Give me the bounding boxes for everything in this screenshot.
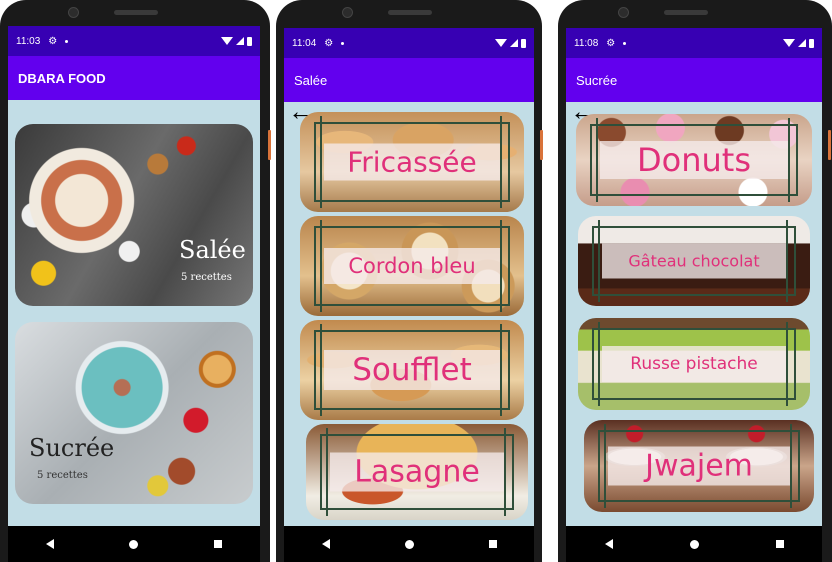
settings-icon: ⚙ [606,37,616,49]
recipe-card-fricassee[interactable]: Fricassée [300,112,524,212]
recipe-label: Jwajem [608,446,790,486]
nav-recents-icon[interactable] [775,540,784,548]
nav-home-icon[interactable] [689,539,699,549]
signal-icon [798,39,806,47]
settings-icon: ⚙ [48,35,58,47]
battery-icon [809,38,814,48]
recipe-card-russe-pistache[interactable]: Russe pistache [578,318,810,410]
category-card-salee[interactable]: Salée 5 recettes [15,124,253,306]
recipe-label: Cordon bleu [324,248,500,284]
home-screen: 11:03 ⚙ DBARA FOOD Salée 5 recettes Sucr… [8,26,260,562]
nav-back-icon[interactable] [321,539,330,549]
wifi-icon [783,39,795,47]
app-bar: Sucrée [566,58,822,102]
app-bar: DBARA FOOD [8,56,260,100]
nav-recents-icon[interactable] [214,540,223,548]
recipe-card-gateau-chocolat[interactable]: Gâteau chocolat [578,216,810,306]
notification-dot [623,41,627,45]
category-title: Sucrée [29,434,115,462]
category-subtitle: 5 recettes [37,470,88,481]
status-bar: 11:03 ⚙ [8,26,260,56]
earpiece-speaker [664,10,708,15]
nav-home-icon[interactable] [129,539,139,549]
recipe-label: Lasagne [330,452,504,492]
recipe-card-soufflet[interactable]: Soufflet [300,320,524,420]
recipe-card-lasagne[interactable]: Lasagne [306,424,528,520]
notification-dot [65,39,69,43]
system-nav-bar [284,526,534,562]
app-bar: Salée [284,58,534,102]
recipe-label: Gâteau chocolat [602,243,786,279]
status-bar: 11:08 ⚙ [566,28,822,58]
status-bar: 11:04 ⚙ [284,28,534,58]
nav-back-icon[interactable] [604,539,613,549]
recipe-label: Russe pistache [602,346,786,382]
recipe-label: Soufflet [324,350,500,390]
nav-back-icon[interactable] [45,539,54,549]
recipe-card-donuts[interactable]: Donuts [576,114,812,206]
battery-icon [247,36,252,46]
settings-icon: ⚙ [324,37,334,49]
sucree-screen: 11:08 ⚙ Sucrée ← Donuts Gâteau chocolat [566,28,822,562]
front-camera [68,7,79,18]
phone-sucree: 11:08 ⚙ Sucrée ← Donuts Gâteau chocolat [558,0,832,562]
category-title: Salée [179,236,246,264]
battery-icon [521,38,526,48]
phone-home: 11:03 ⚙ DBARA FOOD Salée 5 recettes Sucr… [0,0,271,562]
recipe-label: Donuts [600,141,788,179]
power-button [268,130,271,160]
notification-dot [341,41,345,45]
recipe-label: Fricassée [324,143,500,181]
power-button [828,130,831,160]
category-card-sucree[interactable]: Sucrée 5 recettes [15,322,253,504]
phone-salee: 11:04 ⚙ Salée ← Fricassée Cordon bleu So… [276,0,543,562]
recipe-card-jwajem[interactable]: Jwajem [584,420,814,512]
screen-title: Salée [294,72,328,88]
wifi-icon [221,37,233,45]
category-subtitle: 5 recettes [181,272,232,283]
nav-home-icon[interactable] [404,539,414,549]
status-time: 11:04 [292,37,317,49]
salee-screen: 11:04 ⚙ Salée ← Fricassée Cordon bleu So… [284,28,534,562]
app-title: DBARA FOOD [18,70,106,86]
signal-icon [236,37,244,45]
earpiece-speaker [388,10,432,15]
nav-recents-icon[interactable] [488,540,497,548]
front-camera [618,7,629,18]
system-nav-bar [566,526,822,562]
earpiece-speaker [114,10,158,15]
front-camera [342,7,353,18]
status-time: 11:03 [16,35,41,47]
wifi-icon [495,39,507,47]
power-button [540,130,543,160]
system-nav-bar [8,526,260,562]
signal-icon [510,39,518,47]
status-time: 11:08 [574,37,599,49]
recipe-card-cordon-bleu[interactable]: Cordon bleu [300,216,524,316]
screen-title: Sucrée [576,72,618,88]
